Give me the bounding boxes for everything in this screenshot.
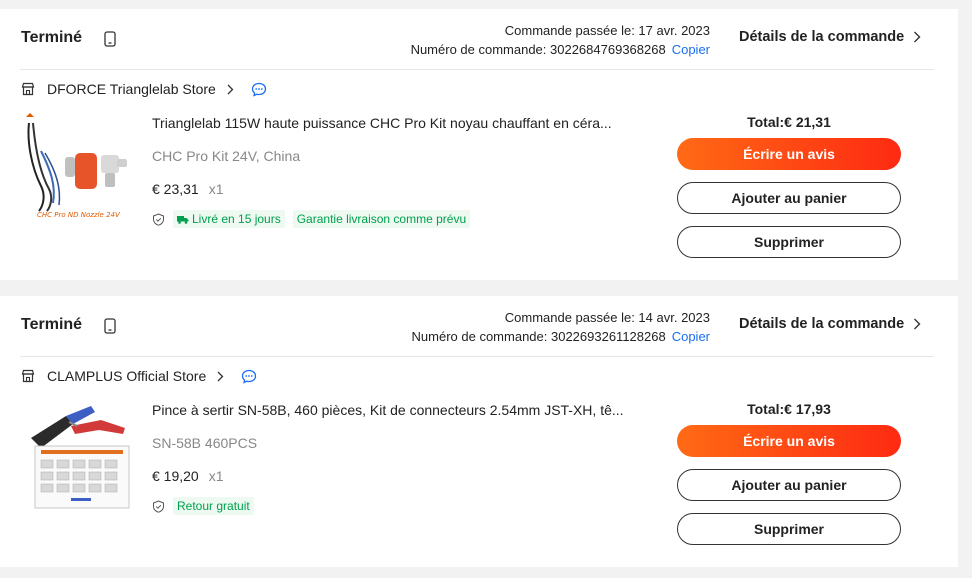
order-details-label: Détails de la commande bbox=[739, 316, 905, 332]
price-value: € 19,20 bbox=[152, 468, 199, 484]
product-price: € 19,20 x1 bbox=[152, 468, 224, 484]
product-price: € 23,31 x1 bbox=[152, 181, 224, 197]
delivery-tag: Livré en 15 jours bbox=[173, 210, 285, 228]
delete-order-button[interactable]: Supprimer bbox=[677, 226, 901, 258]
truck-icon bbox=[177, 215, 189, 224]
shield-check-icon bbox=[153, 212, 164, 226]
add-to-cart-button[interactable]: Ajouter au panier bbox=[677, 469, 901, 501]
mobile-icon bbox=[104, 31, 116, 47]
write-review-button[interactable]: Écrire un avis bbox=[677, 425, 901, 457]
write-review-button[interactable]: Écrire un avis bbox=[677, 138, 901, 170]
divider bbox=[20, 356, 934, 357]
free-return-tag: Retour gratuit bbox=[173, 497, 254, 515]
delivery-tag-label: Livré en 15 jours bbox=[192, 212, 281, 226]
mobile-icon bbox=[104, 318, 116, 334]
quantity: x1 bbox=[208, 181, 224, 197]
chevron-right-icon bbox=[914, 31, 921, 43]
order-card: Terminé Commande passée le: 17 avr. 2023… bbox=[0, 9, 958, 280]
order-card: Terminé Commande passée le: 14 avr. 2023… bbox=[0, 296, 958, 567]
order-details-label: Détails de la commande bbox=[739, 29, 905, 45]
chat-icon[interactable] bbox=[251, 82, 267, 97]
copy-order-number-link[interactable]: Copier bbox=[672, 329, 710, 344]
order-total: Total:€ 21,31 bbox=[747, 114, 831, 130]
quantity: x1 bbox=[208, 468, 224, 484]
order-meta: Commande passée le: 14 avr. 2023 Numéro … bbox=[412, 308, 710, 346]
divider bbox=[20, 69, 934, 70]
order-date: Commande passée le: 14 avr. 2023 bbox=[504, 310, 710, 325]
product-variant: SN-58B 460PCS bbox=[152, 435, 258, 451]
product-title-link[interactable]: Pince à sertir SN-58B, 460 pièces, Kit d… bbox=[152, 402, 632, 418]
order-date: Commande passée le: 17 avr. 2023 bbox=[504, 23, 710, 38]
order-details-link[interactable]: Détails de la commande bbox=[739, 316, 921, 332]
product-thumbnail[interactable] bbox=[21, 398, 131, 510]
order-meta: Commande passée le: 17 avr. 2023 Numéro … bbox=[411, 21, 710, 59]
shield-check-icon bbox=[153, 499, 164, 513]
store-icon bbox=[21, 369, 35, 383]
store-icon bbox=[21, 82, 35, 96]
copy-order-number-link[interactable]: Copier bbox=[672, 42, 710, 57]
add-to-cart-button[interactable]: Ajouter au panier bbox=[677, 182, 901, 214]
product-variant: CHC Pro Kit 24V, China bbox=[152, 148, 301, 164]
product-thumbnail[interactable]: CHC Pro ND Nozzle 24V bbox=[21, 111, 131, 223]
chevron-right-icon bbox=[914, 318, 921, 330]
store-name-link[interactable]: CLAMPLUS Official Store bbox=[47, 368, 206, 384]
chevron-right-icon[interactable] bbox=[227, 84, 234, 95]
product-tags: Retour gratuit bbox=[152, 497, 254, 515]
order-status: Terminé bbox=[21, 29, 83, 46]
delete-order-button[interactable]: Supprimer bbox=[677, 513, 901, 545]
guarantee-tag: Garantie livraison comme prévu bbox=[292, 210, 471, 228]
chat-icon[interactable] bbox=[241, 369, 257, 384]
order-number: Numéro de commande: 3022684769368268 bbox=[410, 42, 666, 57]
order-status: Terminé bbox=[21, 316, 83, 333]
product-title-link[interactable]: Trianglelab 115W haute puissance CHC Pro… bbox=[152, 115, 632, 131]
price-value: € 23,31 bbox=[152, 181, 199, 197]
order-details-link[interactable]: Détails de la commande bbox=[739, 29, 921, 45]
product-tags: Livré en 15 jours Garantie livraison com… bbox=[152, 210, 471, 228]
store-row: CLAMPLUS Official Store bbox=[21, 368, 257, 384]
chevron-right-icon[interactable] bbox=[217, 371, 224, 382]
store-row: DFORCE Trianglelab Store bbox=[21, 81, 267, 97]
thumb-caption: CHC Pro ND Nozzle 24V bbox=[37, 211, 121, 219]
order-total: Total:€ 17,93 bbox=[747, 401, 831, 417]
store-name-link[interactable]: DFORCE Trianglelab Store bbox=[47, 81, 216, 97]
order-number: Numéro de commande: 3022693261128268 bbox=[411, 329, 666, 344]
